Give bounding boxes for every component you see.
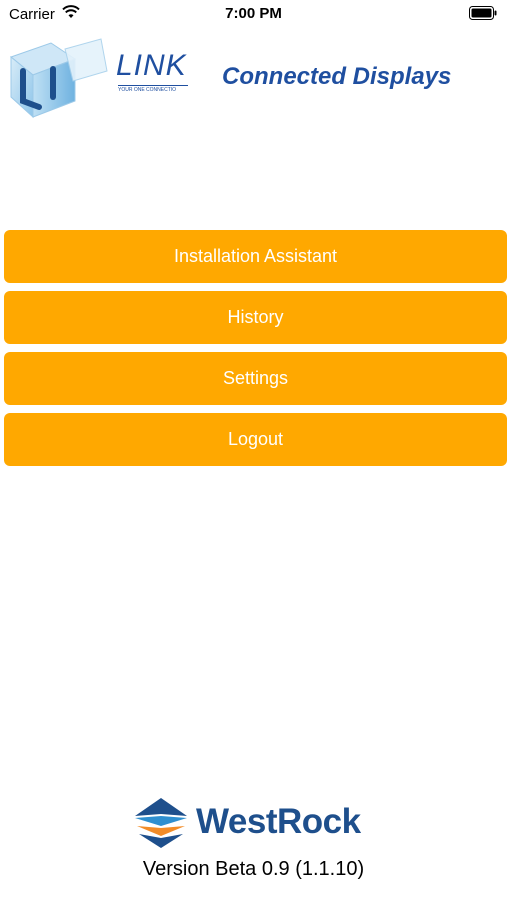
battery-icon bbox=[469, 6, 497, 25]
logout-button[interactable]: Logout bbox=[4, 413, 507, 466]
westrock-logo-icon bbox=[133, 796, 189, 855]
page-title: Connected Displays bbox=[222, 63, 452, 90]
footer: WestRock Version Beta 0.9 (1.1.10) bbox=[0, 790, 507, 890]
status-time: 7:00 PM bbox=[225, 5, 282, 22]
westrock-brand-text: WestRock bbox=[196, 802, 361, 841]
version-label: Version Beta 0.9 (1.1.10) bbox=[142, 858, 365, 880]
status-bar: Carrier 7:00 PM bbox=[0, 0, 507, 28]
settings-button[interactable]: Settings bbox=[4, 352, 507, 405]
history-button[interactable]: History bbox=[4, 291, 507, 344]
app-header: LINK YOUR ONE CONNECTIO Connected Displa… bbox=[0, 30, 507, 125]
link-cube-logo-icon bbox=[3, 35, 109, 125]
main-menu: Installation Assistant History Settings … bbox=[4, 230, 507, 474]
logo-link-text: LINK bbox=[116, 49, 187, 82]
logo-tagline: YOUR ONE CONNECTIO bbox=[118, 85, 188, 93]
installation-assistant-button[interactable]: Installation Assistant bbox=[4, 230, 507, 283]
